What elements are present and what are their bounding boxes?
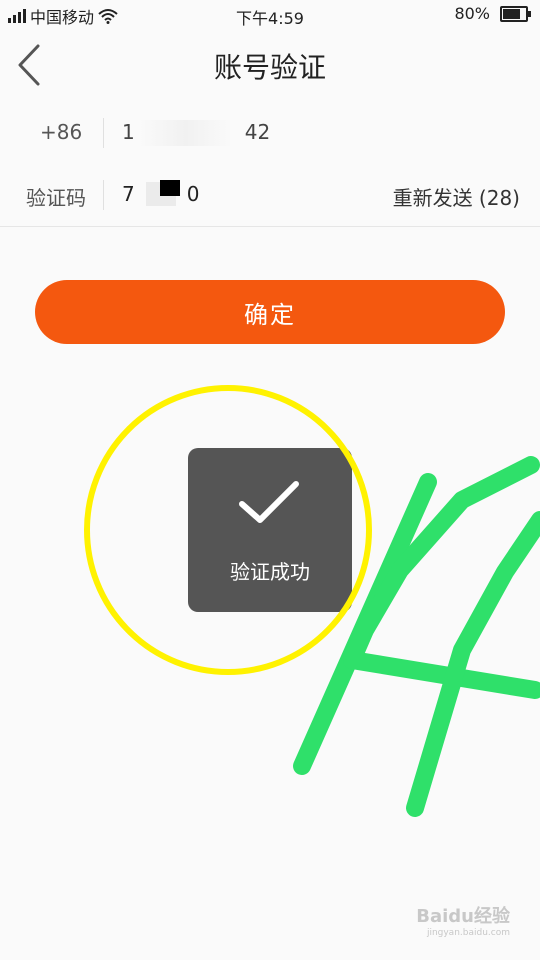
- watermark-logo: Baidu经验: [416, 906, 510, 927]
- watermark: Baidu经验 jingyan.baidu.com: [416, 902, 510, 938]
- status-right: 80%: [454, 4, 531, 23]
- code-redaction-block: [160, 180, 180, 196]
- phone-start: 1: [122, 120, 135, 144]
- code-row: 验证码 7 0 重新发送 (28): [0, 164, 540, 227]
- divider: [103, 118, 104, 148]
- phone-row: +86 1 42: [0, 102, 540, 165]
- code-end: 0: [186, 182, 200, 206]
- success-toast: 验证成功: [188, 448, 352, 612]
- battery-icon: [500, 5, 531, 22]
- status-bar: 中国移动 下午4:59 80%: [0, 0, 540, 30]
- nav-bar: 账号验证: [0, 30, 540, 102]
- code-start: 7: [122, 182, 135, 206]
- toast-message: 验证成功: [230, 560, 310, 584]
- battery-percent: 80%: [454, 4, 490, 23]
- country-code[interactable]: +86: [40, 120, 82, 144]
- phone-end: 42: [244, 120, 271, 144]
- battery-fill: [503, 8, 520, 19]
- code-label: 验证码: [26, 186, 86, 210]
- phone-blur: [138, 120, 233, 146]
- watermark-url: jingyan.baidu.com: [426, 928, 510, 938]
- check-icon: [239, 481, 299, 523]
- page-title: 账号验证: [213, 51, 326, 84]
- resend-button[interactable]: 重新发送 (28): [393, 182, 520, 211]
- divider: [103, 180, 104, 210]
- confirm-button[interactable]: 确定: [35, 280, 505, 344]
